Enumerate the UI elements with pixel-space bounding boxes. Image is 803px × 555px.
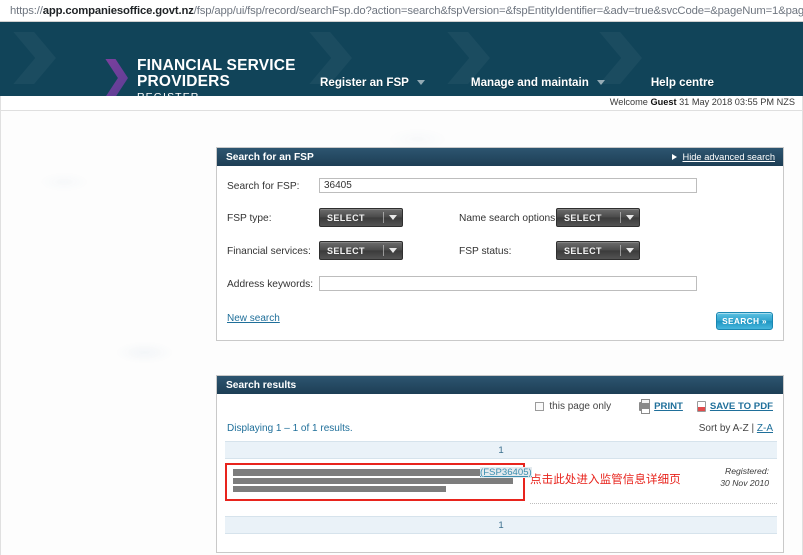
registered-label: Registered: <box>725 466 769 476</box>
chevron-down-icon <box>621 215 639 220</box>
url-path: /fsp/app/ui/fsp/record/searchFsp.do?acti… <box>193 4 803 17</box>
name-search-options-select[interactable]: SELECT <box>556 208 640 227</box>
financial-services-label: Financial services: <box>227 246 311 257</box>
address-keywords-label: Address keywords: <box>227 279 314 290</box>
fsp-type-select-value: SELECT <box>327 212 365 223</box>
registered-date: 30 Nov 2010 <box>720 477 769 488</box>
chevron-logo-icon <box>105 59 128 96</box>
search-button-label: SEARCH » <box>722 316 767 326</box>
fsp-type-select[interactable]: SELECT <box>319 208 403 227</box>
name-search-options-label: Name search options: <box>459 213 559 224</box>
page-number[interactable]: 1 <box>498 445 503 456</box>
results-panel-header: Search results <box>217 376 783 394</box>
site-logo[interactable]: FINANCIAL SERVICE PROVIDERS REGISTER <box>104 58 296 96</box>
this-page-only-checkbox[interactable] <box>535 401 545 411</box>
search-row-financial-services: Financial services: SELECT FSP status: S… <box>217 241 783 271</box>
name-search-options-select-value: SELECT <box>564 212 602 223</box>
search-panel-body: Search for FSP: FSP type: SELECT Name se… <box>217 166 783 341</box>
save-to-pdf-label: SAVE TO PDF <box>709 400 773 412</box>
results-panel-body: this page only PRINT SAVE TO PDF Display… <box>217 394 783 553</box>
sort-az-label: Sort by A-Z | <box>698 422 757 434</box>
main-navigation: Register an FSP Manage and maintain Help… <box>320 76 714 89</box>
chevron-down-icon <box>621 248 639 253</box>
new-search-link[interactable]: New search <box>227 313 280 324</box>
financial-services-select[interactable]: SELECT <box>319 241 403 260</box>
fsp-type-label: FSP type: <box>227 213 272 224</box>
annotation-click-here: 点击此处进入监管信息详细页 <box>530 472 681 486</box>
result-row[interactable]: (FSP36405) 点击此处进入监管信息详细页 Registered: 30 … <box>225 463 777 511</box>
redacted-provider-detail-line-1 <box>233 478 513 484</box>
chevron-down-icon <box>416 80 425 85</box>
pdf-document-icon <box>696 400 706 412</box>
search-row-fsp-type: FSP type: SELECT Name search options: SE… <box>217 208 783 238</box>
result-row-divider <box>530 503 777 504</box>
logo-line-2: PROVIDERS <box>137 72 231 90</box>
search-panel-header: Search for an FSP Hide advanced search <box>217 148 783 166</box>
sort-za-link[interactable]: Z-A <box>757 423 773 434</box>
search-results-panel: Search results this page only PRINT SAVE… <box>216 375 784 553</box>
address-keywords-input[interactable] <box>319 276 697 291</box>
page-number[interactable]: 1 <box>498 520 503 531</box>
nav-item-help-centre[interactable]: Help centre <box>651 76 714 89</box>
fsp-status-select[interactable]: SELECT <box>556 241 640 260</box>
nav-label: Manage and maintain <box>470 76 589 89</box>
displaying-count: Displaying 1 – 1 of 1 results. <box>227 422 353 434</box>
nav-item-manage-and-maintain[interactable]: Manage and maintain <box>471 76 605 89</box>
welcome-username: Guest <box>650 97 677 107</box>
chevron-down-icon <box>384 215 402 220</box>
nav-label: Register an FSP <box>320 76 409 89</box>
search-panel-title: Search for an FSP <box>226 151 314 163</box>
logo-line-1: FINANCIAL SERVICE <box>137 57 296 74</box>
redacted-provider-name <box>233 469 481 476</box>
url-text[interactable]: https://app.companiesoffice.govt.nz/fsp/… <box>10 5 803 17</box>
search-for-fsp-label: Search for FSP: <box>227 181 300 192</box>
search-for-an-fsp-panel: Search for an FSP Hide advanced search S… <box>216 147 784 341</box>
nav-item-register-an-fsp[interactable]: Register an FSP <box>320 76 425 89</box>
results-summary-row: Displaying 1 – 1 of 1 results. Sort by A… <box>217 418 783 438</box>
welcome-datetime: 31 May 2018 03:55 PM NZS <box>676 97 795 107</box>
results-panel-title: Search results <box>226 379 297 391</box>
sort-controls: Sort by A-Z | Z-A <box>699 423 773 434</box>
results-toolbar: this page only PRINT SAVE TO PDF <box>217 394 783 418</box>
redacted-provider-detail-line-2 <box>233 486 446 492</box>
logo-text: FINANCIAL SERVICE PROVIDERS REGISTER <box>137 58 296 96</box>
search-button[interactable]: SEARCH » <box>716 312 773 330</box>
page-canvas: FINANCIAL SERVICE PROVIDERS REGISTER Reg… <box>0 22 803 555</box>
page-left-rail <box>0 96 1 555</box>
pagination-bottom[interactable]: 1 <box>225 516 777 534</box>
welcome-prefix: Welcome <box>609 97 651 107</box>
chevron-down-icon <box>596 80 605 85</box>
hide-advanced-search-link[interactable]: Hide advanced search <box>672 152 775 162</box>
pagination-top[interactable]: 1 <box>225 441 777 459</box>
search-row-search-for-fsp: Search for FSP: <box>217 176 783 206</box>
site-header: FINANCIAL SERVICE PROVIDERS REGISTER Reg… <box>0 22 803 96</box>
url-scheme: https:// <box>10 4 43 17</box>
this-page-only-label: this page only <box>549 400 612 412</box>
url-domain: app.companiesoffice.govt.nz <box>42 4 194 17</box>
fsp-status-select-value: SELECT <box>564 245 602 256</box>
financial-services-select-value: SELECT <box>327 245 365 256</box>
print-button[interactable]: PRINT <box>639 398 683 414</box>
search-for-fsp-input[interactable] <box>319 178 697 193</box>
chevron-watermark-icon <box>13 32 56 84</box>
nav-label: Help centre <box>650 76 714 89</box>
fsp-status-label: FSP status: <box>459 246 512 257</box>
chevron-down-icon <box>384 248 402 253</box>
hide-advanced-search-label: Hide advanced search <box>682 152 775 162</box>
save-to-pdf-button[interactable]: SAVE TO PDF <box>696 400 773 412</box>
print-label: PRINT <box>654 400 683 412</box>
welcome-bar: Welcome Guest 31 May 2018 03:55 PM NZS <box>0 96 803 111</box>
fsp-number-link[interactable]: (FSP36405) <box>480 467 532 478</box>
browser-url-bar[interactable]: https://app.companiesoffice.govt.nz/fsp/… <box>0 0 803 22</box>
printer-icon <box>639 398 651 414</box>
triangle-right-icon <box>672 154 678 160</box>
registered-info: Registered: 30 Nov 2010 <box>720 466 769 489</box>
welcome-text: Welcome Guest 31 May 2018 03:55 PM NZS <box>610 97 795 107</box>
search-row-address-keywords: Address keywords: <box>217 274 783 304</box>
